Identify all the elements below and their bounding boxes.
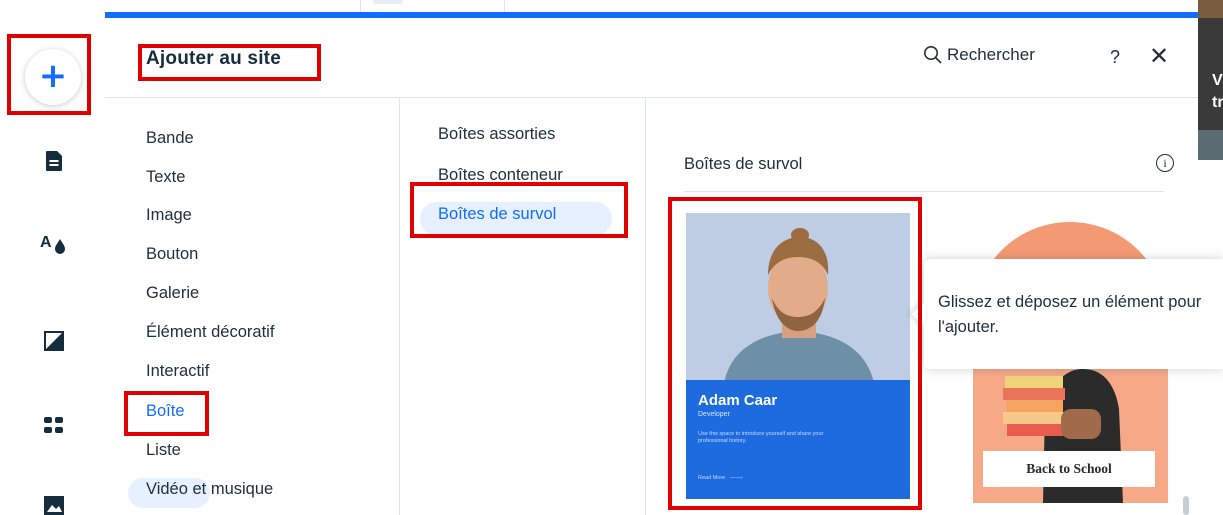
section-divider	[684, 191, 1164, 192]
category-item-element-decoratif[interactable]: Élément décoratif	[146, 323, 274, 342]
annotation-box-add-button	[7, 34, 91, 115]
annotation-box-category	[124, 391, 209, 436]
canvas-image-fragment-2	[1198, 130, 1223, 160]
background-icon[interactable]	[40, 327, 68, 355]
category-item-interactif[interactable]: Interactif	[146, 362, 209, 381]
close-button[interactable]: ✕	[1149, 45, 1169, 69]
theme-icon[interactable]: A	[40, 229, 68, 257]
category-item-image[interactable]: Image	[146, 206, 192, 225]
search-label: Rechercher	[947, 45, 1035, 64]
search-button[interactable]: Rechercher	[923, 45, 1035, 65]
section-title: Boîtes de survol	[684, 155, 803, 173]
canvas-image-fragment	[1198, 0, 1223, 18]
help-button[interactable]: ?	[1110, 47, 1120, 68]
search-icon	[924, 46, 942, 64]
annotation-box-panel-title	[138, 44, 321, 81]
category-item-video-musique[interactable]: Vidéo et musique	[146, 480, 273, 499]
tooltip-text: Glissez et déposez un élément pour l'ajo…	[938, 293, 1202, 336]
category-item-galerie[interactable]: Galerie	[146, 284, 199, 303]
subcategory-list: Boîtes assorties Boîtes conteneur Boîtes…	[400, 98, 646, 515]
gallery-scrollbar[interactable]	[1183, 496, 1189, 515]
top-tab[interactable]	[360, 0, 505, 12]
category-item-bouton[interactable]: Bouton	[146, 245, 198, 264]
canvas-edge-preview: V tre	[1198, 0, 1223, 515]
pages-icon[interactable]	[40, 147, 68, 175]
category-item-bande[interactable]: Bande	[146, 129, 194, 148]
info-icon[interactable]: i	[1156, 154, 1174, 172]
top-bar	[0, 0, 1223, 12]
drag-drop-tooltip: Glissez et déposez un élément pour l'ajo…	[924, 259, 1223, 369]
annotation-box-preset-card	[668, 197, 922, 510]
svg-text:A: A	[40, 234, 52, 251]
subcategory-item-assorties[interactable]: Boîtes assorties	[438, 125, 555, 144]
category-list: Bande Texte Image Bouton Galerie Élément…	[105, 98, 400, 515]
top-tab-chip	[373, 0, 403, 4]
school-card-label: Back to School	[983, 451, 1155, 487]
category-item-texte[interactable]: Texte	[146, 168, 185, 187]
canvas-text-fragment: V tre	[1212, 72, 1223, 111]
category-item-liste[interactable]: Liste	[146, 441, 181, 460]
media-icon[interactable]	[40, 492, 68, 515]
annotation-box-subcategory	[410, 182, 628, 238]
apps-icon[interactable]	[40, 411, 68, 439]
